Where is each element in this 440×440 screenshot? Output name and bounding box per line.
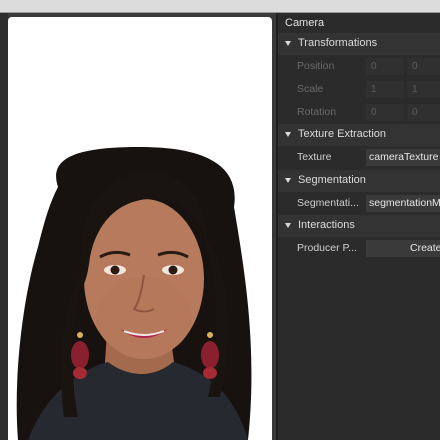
section-interactions[interactable]: Interactions [278,215,440,237]
segmentation-value-field[interactable]: segmentationM [366,195,440,212]
window-top-bar [0,0,440,12]
section-interactions-label: Interactions [298,219,355,231]
rotation-x-field[interactable]: 0 [366,104,404,121]
create-button[interactable]: Create [366,240,440,257]
inspector-panel: Camera Transformations Position 0 0 Scal… [278,13,440,440]
rotation-y-field[interactable]: 0 [407,104,440,121]
viewport-left-gutter [0,13,8,440]
inspector-title: Camera [285,17,325,29]
camera-feed-image [16,147,252,440]
producer-label: Producer P... [297,242,357,254]
section-transformations[interactable]: Transformations [278,33,440,55]
section-segmentation-label: Segmentation [298,174,366,186]
rotation-label: Rotation [297,106,337,118]
texture-value-field[interactable]: cameraTexture [366,149,440,166]
scene-viewport[interactable] [0,13,278,440]
position-label: Position [297,60,335,72]
camera-preview[interactable] [8,17,272,440]
section-segmentation[interactable]: Segmentation [278,170,440,192]
disclosure-triangle-icon[interactable] [285,132,291,137]
section-texture-extraction[interactable]: Texture Extraction [278,124,440,146]
section-transformations-label: Transformations [298,37,378,49]
segmentation-label: Segmentati... [297,197,359,209]
scale-x-field[interactable]: 1 [366,81,404,98]
texture-label: Texture [297,151,332,163]
disclosure-triangle-icon[interactable] [285,41,291,46]
disclosure-triangle-icon[interactable] [285,178,291,183]
scale-label: Scale [297,83,324,95]
disclosure-triangle-icon[interactable] [285,223,291,228]
scale-y-field[interactable]: 1 [407,81,440,98]
position-y-field[interactable]: 0 [407,58,440,75]
position-x-field[interactable]: 0 [366,58,404,75]
section-texture-extraction-label: Texture Extraction [298,128,387,140]
